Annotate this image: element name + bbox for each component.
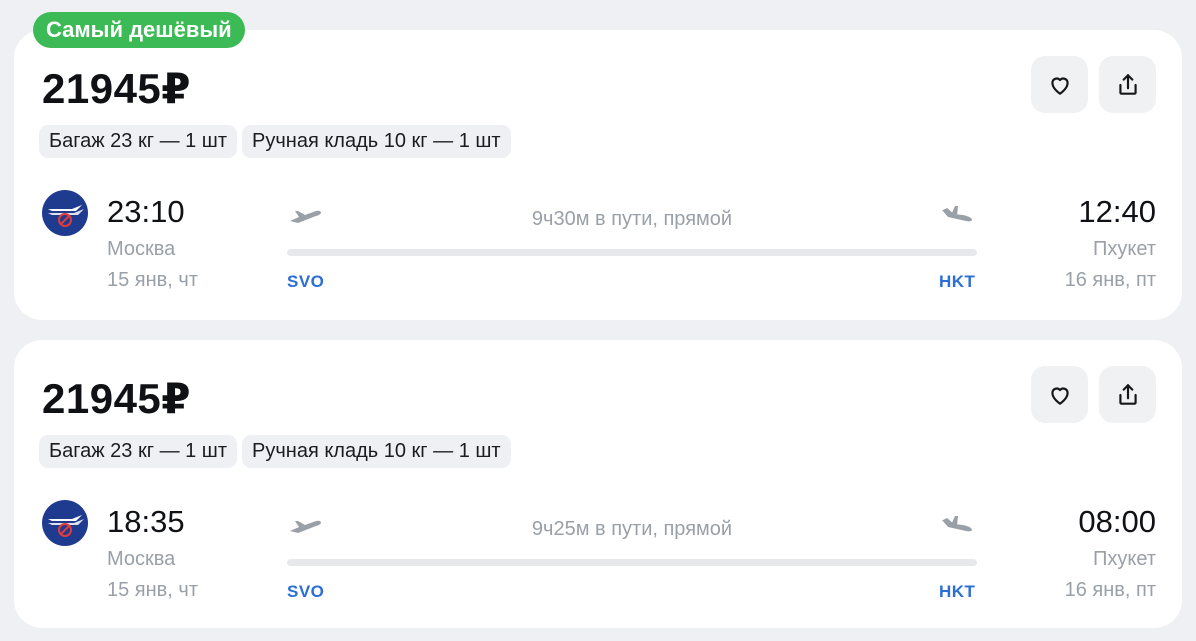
- favorite-button[interactable]: [1031, 366, 1088, 423]
- landing-plane-icon: [942, 516, 972, 532]
- departure-date: 15 янв, чт: [107, 269, 198, 291]
- cheapest-badge: Самый дешёвый: [33, 12, 245, 48]
- arrival-airport-code: HKT: [939, 272, 976, 291]
- airline-logo-icon: [42, 500, 88, 546]
- baggage-info: Багаж 23 кг — 1 шт Ручная кладь 10 кг — …: [39, 435, 511, 468]
- heart-icon: [1050, 387, 1069, 405]
- arrival-airport-code: HKT: [939, 582, 976, 601]
- share-button[interactable]: [1099, 56, 1156, 113]
- departure-city: Москва: [107, 238, 176, 260]
- departure-date: 15 янв, чт: [107, 579, 198, 601]
- price: 21945₽: [42, 65, 192, 112]
- baggage-info: Багаж 23 кг — 1 шт Ручная кладь 10 кг — …: [39, 125, 511, 158]
- baggage-chip: Багаж 23 кг — 1 шт: [39, 125, 238, 158]
- arrival-city: Пхукет: [1093, 548, 1156, 570]
- arrival-city: Пхукет: [1093, 238, 1156, 260]
- flight-duration: 9ч30м в пути, прямой: [531, 208, 733, 230]
- flight-duration: 9ч25м в пути, прямой: [531, 518, 733, 540]
- departure-city: Москва: [107, 548, 176, 570]
- share-icon: [1118, 383, 1137, 405]
- departure-airport-code: SVO: [287, 582, 325, 601]
- departure-time: 23:10: [107, 194, 185, 229]
- arrival-date: 16 янв, пт: [1064, 579, 1156, 601]
- share-button[interactable]: [1099, 366, 1156, 423]
- departure-time: 18:35: [107, 504, 185, 539]
- departure-airport-code: SVO: [287, 272, 325, 291]
- arrival-date: 16 янв, пт: [1064, 269, 1156, 291]
- baggage-chip: Багаж 23 кг — 1 шт: [39, 435, 238, 468]
- heart-icon: [1050, 77, 1069, 95]
- landing-plane-icon: [942, 206, 972, 222]
- share-icon: [1118, 73, 1137, 95]
- hand-luggage-chip: Ручная кладь 10 кг — 1 шт: [242, 125, 511, 158]
- airline-logo-icon: [42, 190, 88, 236]
- card-actions: [1031, 56, 1156, 113]
- route-line: [287, 559, 977, 566]
- route-line: [287, 249, 977, 256]
- favorite-button[interactable]: [1031, 56, 1088, 113]
- card-actions: [1031, 366, 1156, 423]
- arrival-time: 12:40: [1078, 194, 1156, 229]
- price: 21945₽: [42, 375, 192, 422]
- hand-luggage-chip: Ручная кладь 10 кг — 1 шт: [242, 435, 511, 468]
- flight-offer-card[interactable]: 21945₽ Багаж 23 кг — 1 шт Ручная кладь 1…: [14, 340, 1182, 628]
- flight-offer-card[interactable]: 21945₽ Багаж 23 кг — 1 шт Ручная кладь 1…: [14, 30, 1182, 320]
- arrival-time: 08:00: [1078, 504, 1156, 539]
